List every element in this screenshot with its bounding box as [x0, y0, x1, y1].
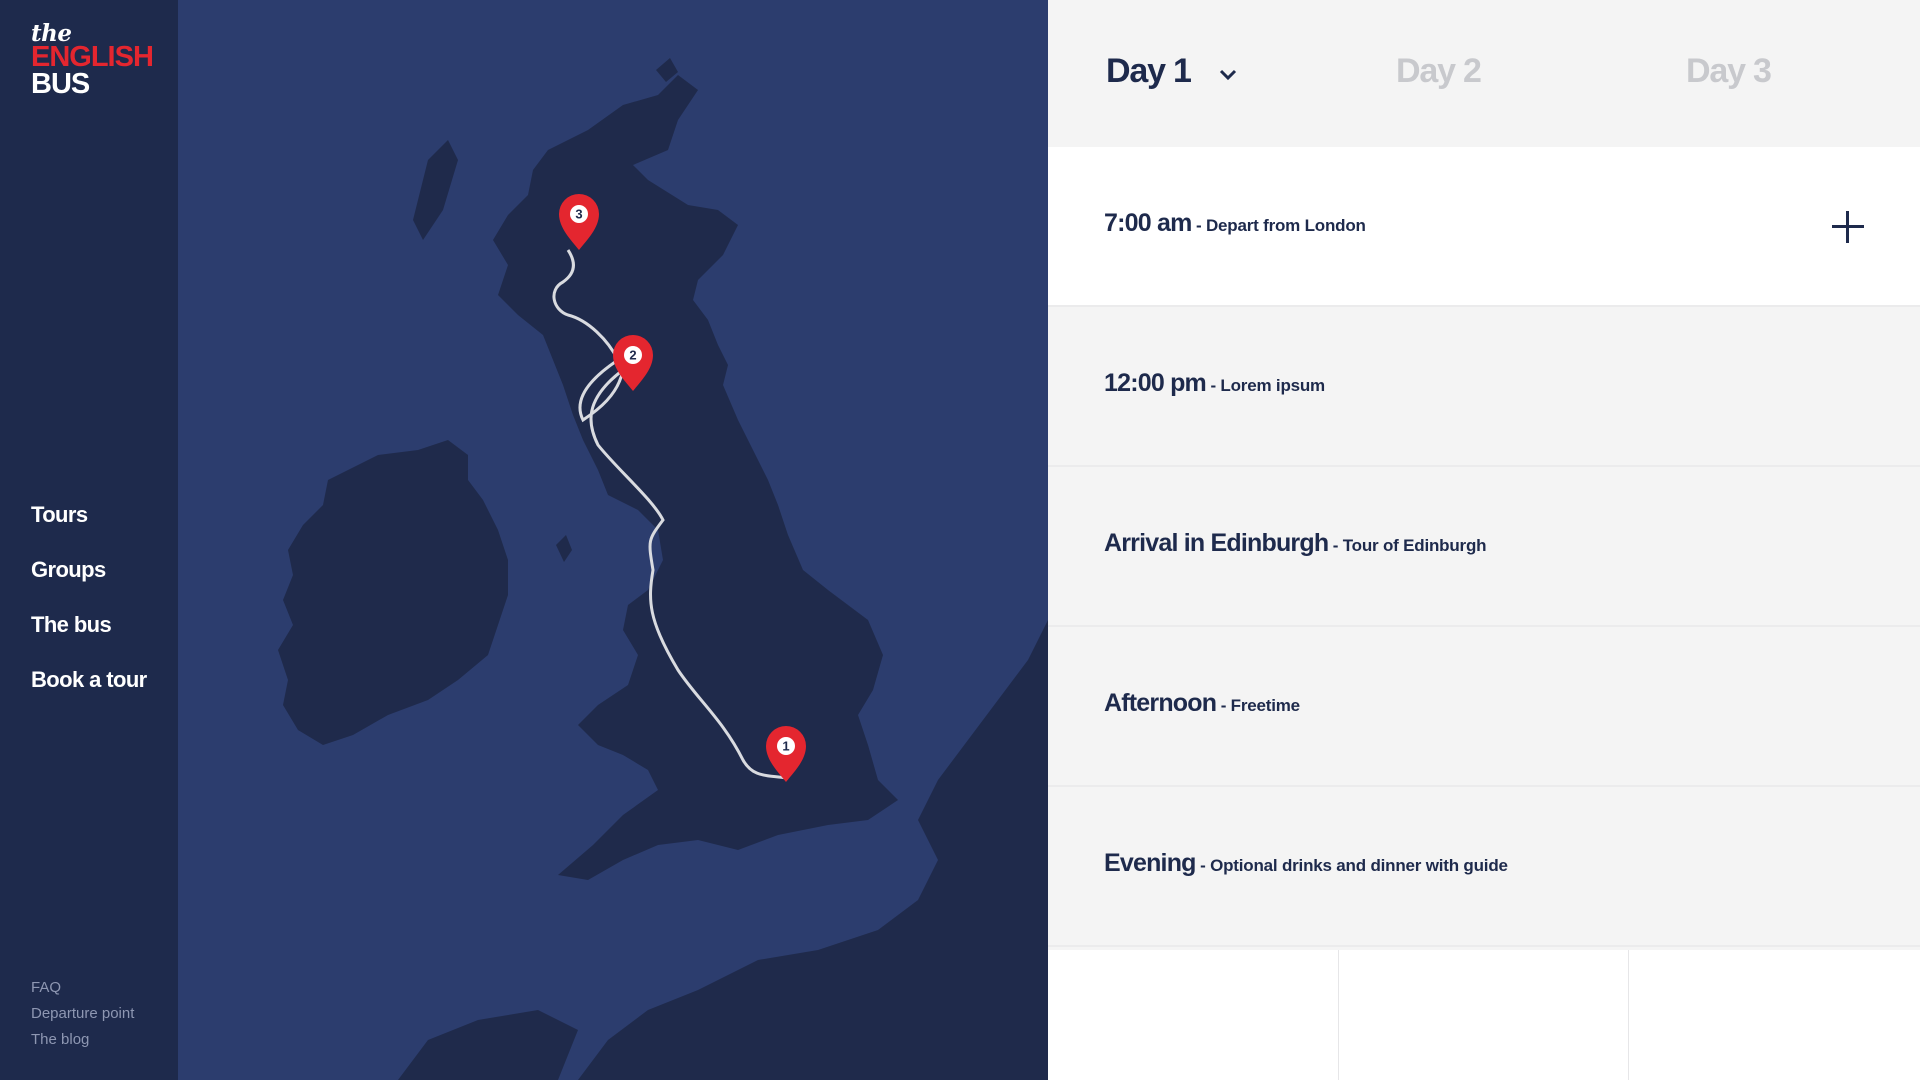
schedule-item[interactable]: Evening - Optional drinks and dinner wit… [1048, 787, 1920, 947]
footer-links: FAQ Departure point The blog [31, 978, 134, 1056]
footer-link-faq[interactable]: FAQ [31, 978, 134, 1004]
plus-icon[interactable] [1832, 211, 1864, 243]
schedule-item-text: 12:00 pm - Lorem ipsum [1104, 369, 1325, 398]
france-peninsula-land [398, 1010, 578, 1080]
great-britain-land [493, 75, 898, 880]
itinerary-panel: Day 1 Day 2 Day 3 7:00 am - Depart from … [1048, 0, 1920, 1080]
footer-link-departure-point[interactable]: Departure point [31, 1004, 134, 1030]
uk-map-svg: 1 2 3 [278, 58, 1048, 1080]
isle-of-man-land [556, 535, 572, 562]
nav-item-tours[interactable]: Tours [31, 497, 147, 552]
schedule-item-desc: - Optional drinks and dinner with guide [1200, 856, 1508, 875]
schedule-item[interactable]: 12:00 pm - Lorem ipsum [1048, 307, 1920, 467]
schedule-item-desc: - Lorem ipsum [1210, 376, 1325, 395]
schedule-item-time: Arrival in Edinburgh [1104, 529, 1329, 557]
schedule-item[interactable]: 7:00 am - Depart from London [1048, 147, 1920, 307]
logo-bus: BUS [31, 68, 90, 100]
schedule-item-text: Afternoon - Freetime [1104, 689, 1300, 718]
tab-day-2[interactable]: Day 2 [1396, 52, 1482, 91]
footer-link-blog[interactable]: The blog [31, 1030, 134, 1056]
grid-divider [1628, 950, 1629, 1080]
schedule-item-text: Arrival in Edinburgh - Tour of Edinburgh [1104, 529, 1487, 558]
schedule-item[interactable]: Arrival in Edinburgh - Tour of Edinburgh [1048, 467, 1920, 627]
hebrides-land [413, 140, 458, 240]
schedule-item-time: Afternoon [1104, 689, 1217, 717]
schedule-item-desc: - Depart from London [1195, 216, 1366, 235]
bottom-grid [1048, 950, 1920, 1080]
schedule-item[interactable]: Afternoon - Freetime [1048, 627, 1920, 787]
nav-item-groups[interactable]: Groups [31, 552, 147, 607]
map-marker-2-label: 2 [629, 348, 636, 363]
schedule-item-time: 12:00 pm [1104, 369, 1207, 397]
schedule-item-desc: - Freetime [1220, 696, 1300, 715]
day-tabs: Day 1 Day 2 Day 3 [1048, 0, 1920, 147]
english-bus-logo[interactable]: the ENGLISH BUS [31, 22, 154, 100]
grid-divider [1338, 950, 1339, 1080]
route-map[interactable]: 1 2 3 [178, 0, 1048, 1080]
tab-day-1-label: Day 1 [1106, 52, 1192, 90]
schedule-item-text: 7:00 am - Depart from London [1104, 209, 1366, 238]
map-marker-3-label: 3 [575, 207, 582, 222]
schedule-item-text: Evening - Optional drinks and dinner wit… [1104, 849, 1508, 878]
chevron-down-icon[interactable] [1219, 51, 1237, 90]
tab-day-1[interactable]: Day 1 [1106, 52, 1237, 93]
ireland-land [278, 440, 508, 745]
main-nav: Tours Groups The bus Book a tour [31, 497, 147, 717]
nav-item-book-a-tour[interactable]: Book a tour [31, 662, 147, 717]
map-marker-1-label: 1 [782, 739, 789, 754]
tab-day-3[interactable]: Day 3 [1686, 52, 1772, 91]
schedule-list: 7:00 am - Depart from London 12:00 pm - … [1048, 147, 1920, 947]
schedule-item-desc: - Tour of Edinburgh [1332, 536, 1487, 555]
sidebar: the ENGLISH BUS Tours Groups The bus Boo… [0, 0, 178, 1080]
schedule-item-time: 7:00 am [1104, 209, 1192, 237]
schedule-item-time: Evening [1104, 849, 1196, 877]
nav-item-the-bus[interactable]: The bus [31, 607, 147, 662]
